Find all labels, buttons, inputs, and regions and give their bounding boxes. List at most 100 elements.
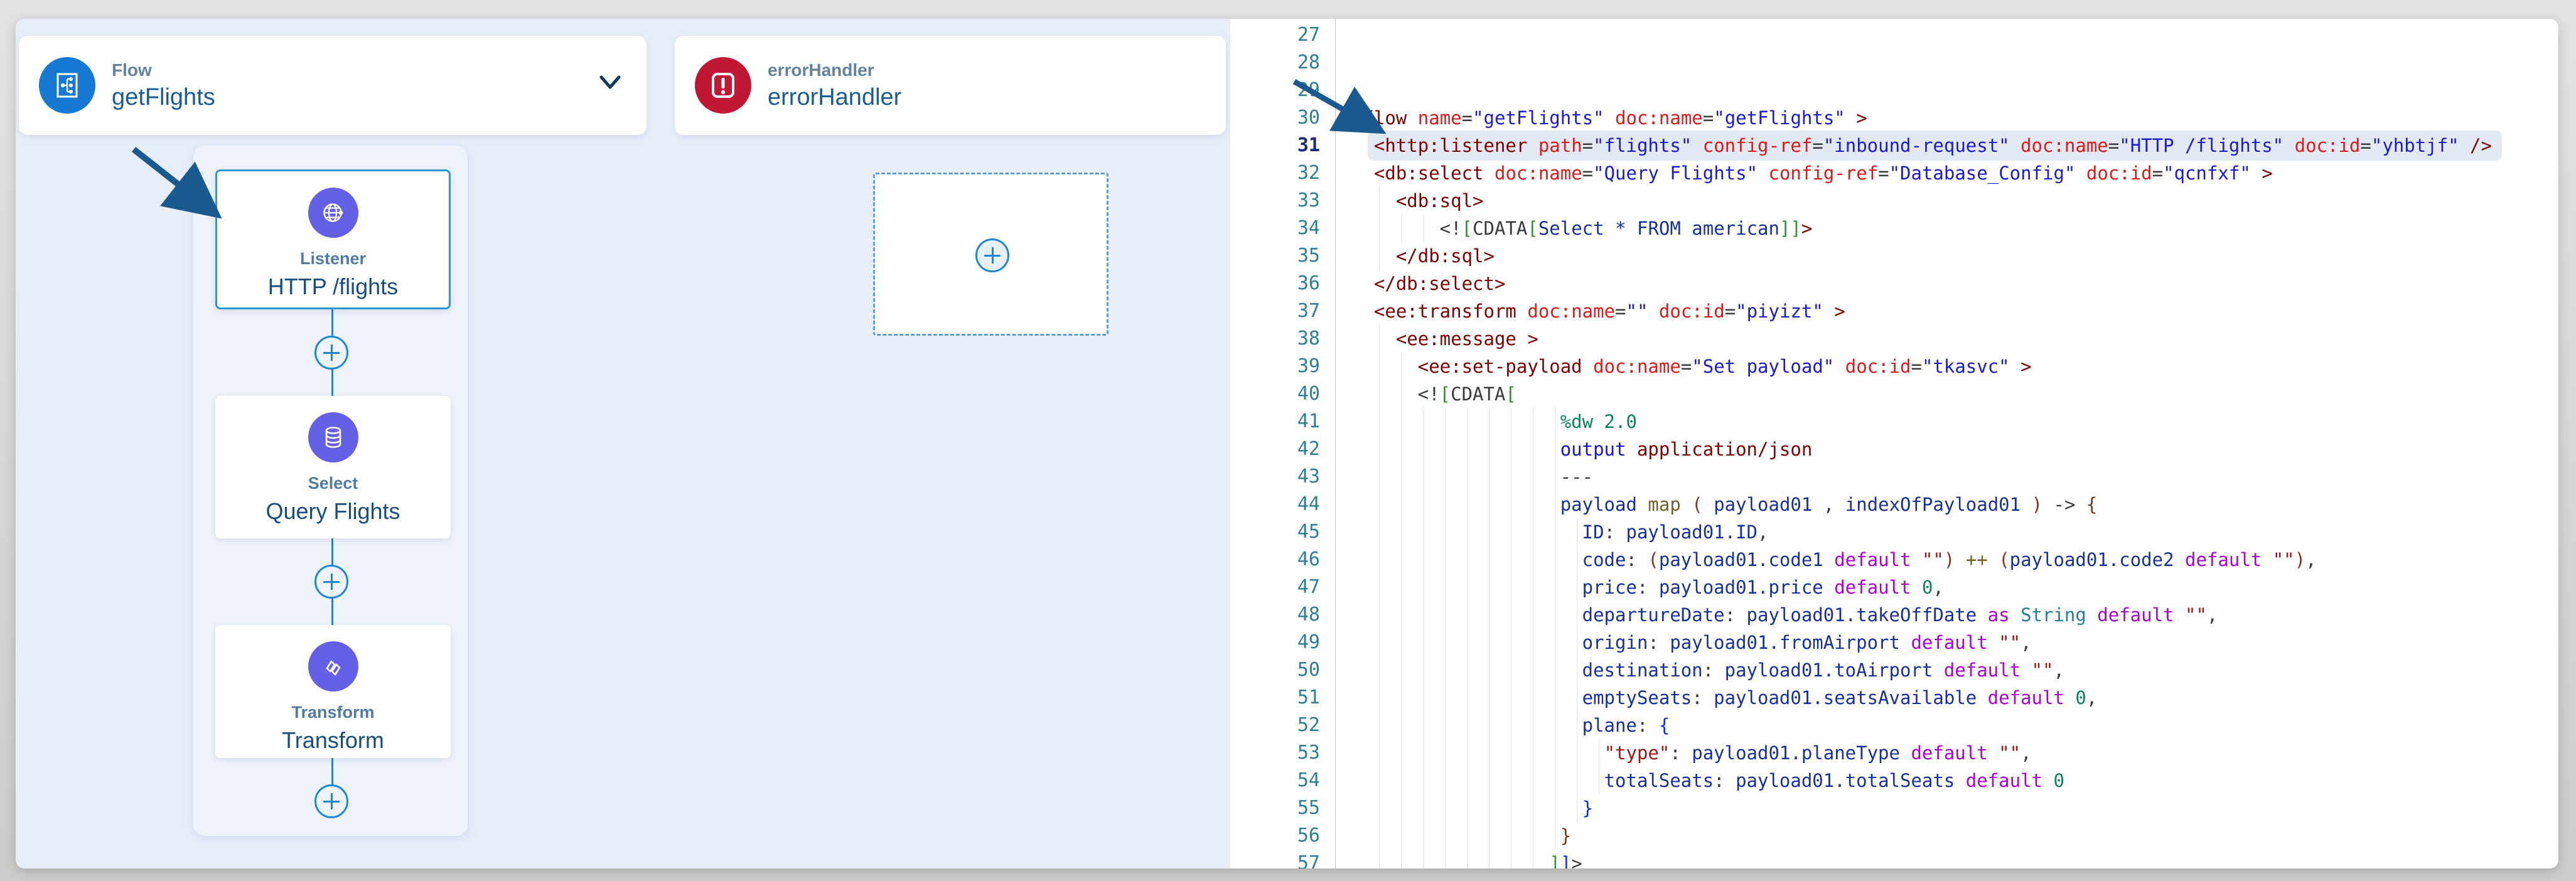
flow-canvas[interactable]: Flow getFlights errorHandler errorHandle… — [16, 19, 1230, 868]
indent-guide — [1401, 463, 1402, 491]
add-error-step-button[interactable] — [975, 238, 1009, 272]
indent-guide — [1379, 629, 1380, 656]
indent-guide — [1445, 822, 1446, 850]
add-step-button-1[interactable] — [314, 336, 348, 370]
indent-guide — [1401, 712, 1402, 739]
code-line[interactable] — [1352, 21, 2558, 49]
code-line[interactable]: <db:sql> — [1352, 187, 2558, 215]
code-line[interactable]: emptySeats: payload01.seatsAvailable def… — [1352, 684, 2558, 712]
code-line[interactable]: <![CDATA[ — [1352, 380, 2558, 408]
indent-guide — [1467, 739, 1468, 767]
error-handler-type-label: errorHandler — [768, 60, 901, 80]
indent-guide — [1423, 491, 1424, 518]
indent-guide — [1379, 739, 1380, 767]
line-number: 33 — [1230, 187, 1335, 215]
indent-guide — [1445, 739, 1446, 767]
code-line[interactable] — [1352, 77, 2558, 104]
indent-guide — [1445, 684, 1446, 712]
indent-guide — [1445, 518, 1446, 546]
error-handler-dropzone[interactable] — [873, 173, 1108, 336]
line-number: 29 — [1230, 77, 1335, 104]
transform-icon — [308, 641, 358, 691]
code-line[interactable]: output application/json — [1352, 435, 2558, 463]
code-line[interactable]: departureDate: payload01.takeOffDate as … — [1352, 601, 2558, 629]
code-line[interactable]: </db:sql> — [1352, 242, 2558, 270]
indent-guide — [1423, 850, 1424, 868]
indent-guide — [1379, 435, 1380, 463]
flow-node-transform[interactable]: Transform Transform — [215, 625, 451, 758]
indent-guide — [1401, 601, 1402, 629]
indent-guide — [1445, 546, 1446, 574]
indent-guide — [1445, 629, 1446, 656]
indent-guide — [1401, 546, 1402, 574]
line-number: 47 — [1230, 574, 1335, 601]
line-number: 27 — [1230, 21, 1335, 49]
flow-lane: ListenerHTTP /flights SelectQuery Flights… — [193, 146, 468, 836]
indent-guide — [1401, 684, 1402, 712]
indent-guide — [1401, 435, 1402, 463]
code-line[interactable]: } — [1352, 794, 2558, 822]
indent-guide — [1401, 491, 1402, 518]
add-step-button-3[interactable] — [314, 784, 348, 818]
code-line[interactable]: ID: payload01.ID, — [1352, 518, 2558, 546]
xml-code-editor[interactable]: 2728293031323334353637383940414243444546… — [1230, 19, 2558, 868]
code-line[interactable]: payload map ( payload01 , indexOfPayload… — [1352, 491, 2558, 518]
code-line[interactable] — [1352, 49, 2558, 77]
line-number: 28 — [1230, 49, 1335, 77]
indent-guide — [1445, 656, 1446, 684]
indent-guide — [1467, 491, 1468, 518]
indent-guide — [1379, 712, 1380, 739]
code-line[interactable]: <ee:transform doc:name="" doc:id="piyizt… — [1352, 297, 2558, 325]
add-step-button-2[interactable] — [314, 565, 348, 599]
indent-guide — [1445, 712, 1446, 739]
code-line[interactable]: --- — [1352, 463, 2558, 491]
code-line[interactable]: <ee:set-payload doc:name="Set payload" d… — [1352, 353, 2558, 380]
code-line[interactable]: origin: payload01.fromAirport default ""… — [1352, 629, 2558, 656]
code-line[interactable]: <ee:message > — [1352, 325, 2558, 353]
error-icon — [695, 57, 751, 114]
indent-guide — [1467, 546, 1468, 574]
indent-guide — [1445, 491, 1446, 518]
indent-guide — [1423, 794, 1424, 822]
indent-guide — [1423, 408, 1424, 435]
code-line[interactable]: code: (payload01.code1 default "") ++ (p… — [1352, 546, 2558, 574]
flow-node-select[interactable]: SelectQuery Flights — [215, 396, 451, 538]
error-handler-card[interactable]: errorHandler errorHandler — [675, 36, 1226, 135]
chevron-down-icon[interactable] — [598, 75, 623, 94]
indent-guide — [1423, 435, 1424, 463]
code-line[interactable]: <![CDATA[Select * FROM american]]> — [1352, 215, 2558, 242]
line-number: 31 — [1230, 132, 1335, 159]
code-line[interactable]: "type": payload01.planeType default "", — [1352, 739, 2558, 767]
line-number: 32 — [1230, 159, 1335, 187]
line-number: 52 — [1230, 712, 1335, 739]
indent-guide — [1379, 491, 1380, 518]
code-line[interactable]: ]]> — [1352, 850, 2558, 868]
indent-guide — [1401, 518, 1402, 546]
indent-guide — [1467, 656, 1468, 684]
indent-guide — [1379, 822, 1380, 850]
indent-guide — [1423, 463, 1424, 491]
code-line[interactable]: plane: { — [1352, 712, 2558, 739]
code-line[interactable]: <db:select doc:name="Query Flights" conf… — [1352, 159, 2558, 187]
flow-name: getFlights — [112, 84, 215, 111]
node-type-label: Transform — [291, 703, 374, 722]
code-line[interactable]: destination: payload01.toAirport default… — [1352, 656, 2558, 684]
code-pane[interactable]: <flow name="getFlights" doc:name="getFli… — [1336, 19, 2558, 868]
flow-node-listener[interactable]: ListenerHTTP /flights — [215, 169, 451, 309]
indent-guide — [1423, 767, 1424, 794]
line-number: 45 — [1230, 518, 1335, 546]
code-line[interactable]: <flow name="getFlights" doc:name="getFli… — [1352, 104, 2558, 132]
indent-guide — [1445, 463, 1446, 491]
code-line[interactable]: </db:select> — [1352, 270, 2558, 297]
code-line[interactable]: totalSeats: payload01.totalSeats default… — [1352, 767, 2558, 794]
code-line[interactable]: <http:listener path="flights" config-ref… — [1352, 132, 2558, 159]
node-name: Transform — [282, 727, 384, 754]
code-line[interactable]: price: payload01.price default 0, — [1352, 574, 2558, 601]
line-number: 48 — [1230, 601, 1335, 629]
indent-guide — [1379, 325, 1380, 353]
code-line[interactable]: %dw 2.0 — [1352, 408, 2558, 435]
code-line[interactable]: } — [1352, 822, 2558, 850]
indent-guide — [1401, 408, 1402, 435]
flow-header-card[interactable]: Flow getFlights — [19, 36, 647, 135]
flow-type-label: Flow — [112, 60, 215, 80]
